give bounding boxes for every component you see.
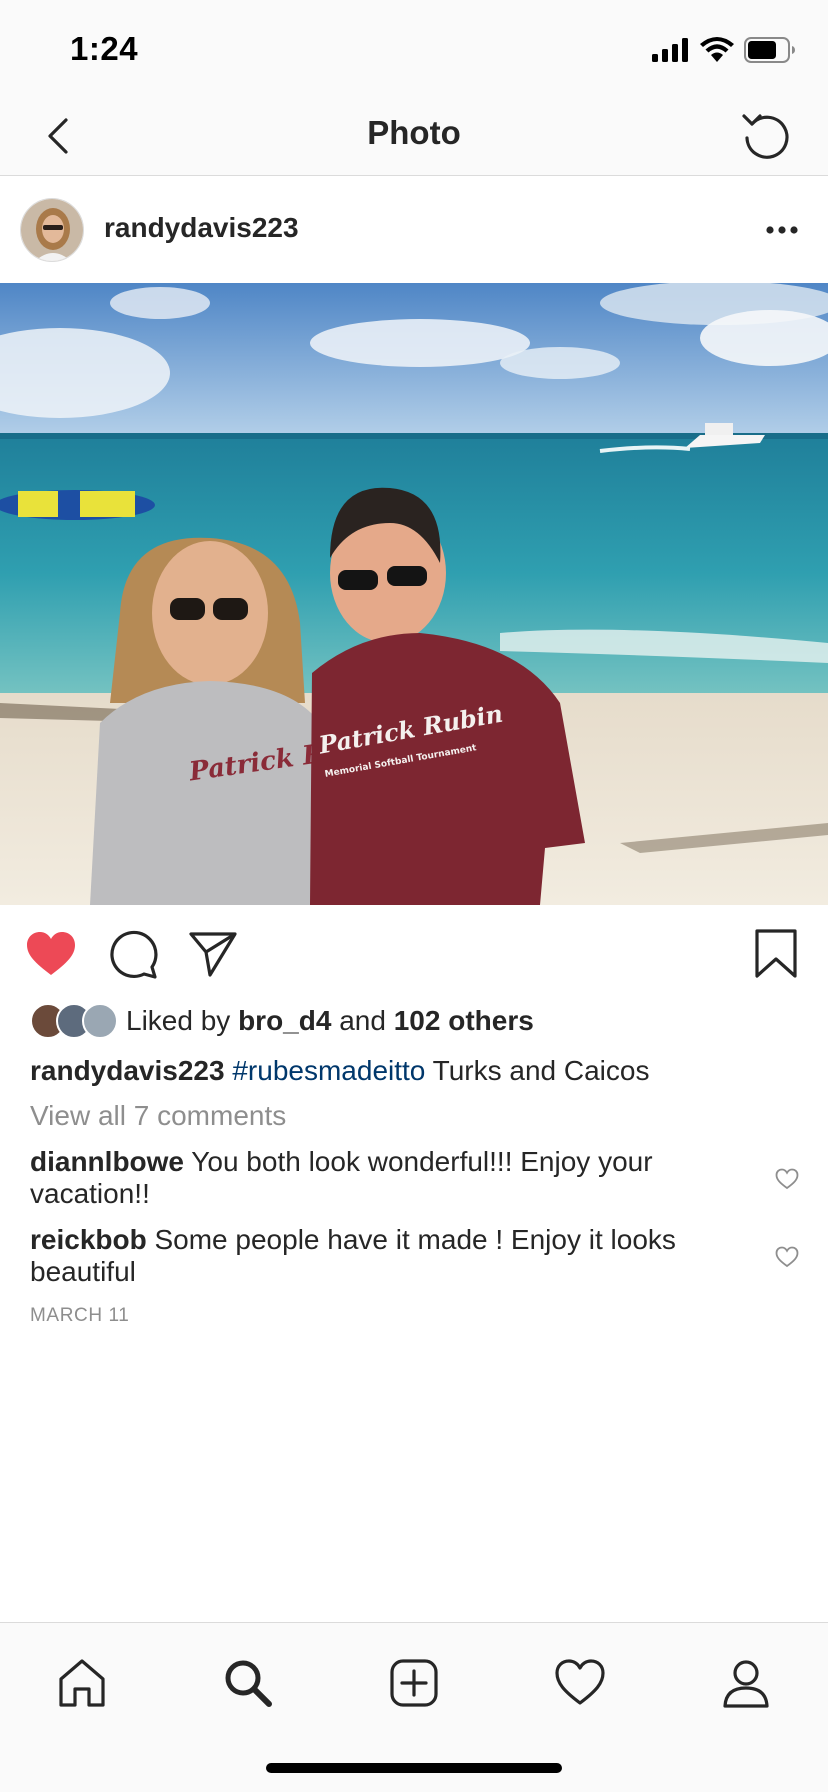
likes-joiner: and (339, 1005, 386, 1036)
home-icon (59, 1659, 105, 1707)
wifi-icon (700, 37, 734, 62)
status-time: 1:24 (70, 30, 139, 67)
comment: diannlbowe You both look wonderful!!! En… (30, 1146, 730, 1210)
first-liker[interactable]: bro_d4 (238, 1005, 331, 1036)
share-button[interactable] (184, 925, 242, 983)
status-icons (652, 36, 796, 64)
comment-button[interactable] (104, 925, 162, 983)
more-dots-icon (766, 226, 798, 234)
bookmark-icon (755, 929, 797, 978)
likes-prefix: Liked by (126, 1005, 231, 1036)
heart-outline-icon (775, 1246, 799, 1268)
bookmark-button[interactable] (747, 925, 805, 983)
like-button[interactable] (22, 925, 80, 983)
liker-avatars (30, 1003, 120, 1039)
caption-hashtag[interactable]: #rubesmadeitto (232, 1055, 425, 1086)
tab-home[interactable] (52, 1653, 112, 1713)
add-post-icon (390, 1659, 438, 1707)
post-header: randydavis223 (0, 176, 828, 283)
liker-avatar (82, 1003, 118, 1039)
refresh-button[interactable] (734, 104, 798, 168)
comment-username[interactable]: reickbob (30, 1224, 147, 1255)
battery-icon (744, 37, 795, 63)
share-icon (189, 932, 237, 977)
tab-profile[interactable] (716, 1653, 776, 1713)
refresh-icon (742, 114, 789, 159)
post-date: MARCH 11 (30, 1305, 130, 1326)
page-title: Photo (367, 114, 461, 151)
cellular-signal-icon (652, 38, 688, 62)
tab-new-post[interactable] (384, 1653, 444, 1713)
avatar-image (21, 199, 83, 261)
post-username[interactable]: randydavis223 (104, 212, 299, 244)
caption-username[interactable]: randydavis223 (30, 1055, 225, 1086)
comment-like-button[interactable] (772, 1242, 802, 1272)
more-options-button[interactable] (758, 206, 806, 254)
tab-activity[interactable] (550, 1653, 610, 1713)
tab-search[interactable] (218, 1653, 278, 1713)
comment-username[interactable]: diannlbowe (30, 1146, 184, 1177)
post-caption: randydavis223 #rubesmadeitto Turks and C… (30, 1054, 800, 1088)
profile-icon (723, 1660, 769, 1708)
comment: reickbob Some people have it made ! Enjo… (30, 1224, 730, 1288)
comment-like-button[interactable] (772, 1164, 802, 1194)
post-action-bar (0, 905, 828, 1001)
heart-outline-icon (775, 1168, 799, 1190)
status-bar: 1:24 (0, 0, 828, 96)
search-icon (225, 1660, 272, 1707)
caption-text: Turks and Caicos (432, 1055, 650, 1086)
home-indicator[interactable] (266, 1763, 562, 1773)
view-all-comments-link[interactable]: View all 7 comments (30, 1100, 286, 1132)
beach-photo: Patrick Rubin Patrick Rubin Memorial Sof… (0, 283, 828, 905)
avatar[interactable] (20, 198, 84, 262)
nav-bar: Photo (0, 96, 828, 176)
likes-row[interactable]: Liked by bro_d4 and 102 others (30, 1001, 534, 1041)
heart-filled-icon (27, 932, 75, 975)
likes-text: Liked by bro_d4 and 102 others (126, 1005, 534, 1037)
post-photo[interactable]: Patrick Rubin Patrick Rubin Memorial Sof… (0, 283, 828, 905)
comment-icon (110, 930, 158, 979)
activity-heart-icon (555, 1659, 605, 1705)
likes-others[interactable]: 102 others (394, 1005, 534, 1036)
